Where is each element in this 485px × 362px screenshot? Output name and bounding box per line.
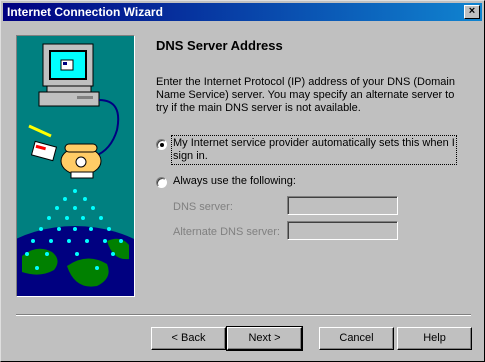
help-button[interactable]: Help xyxy=(397,327,472,350)
button-separator xyxy=(16,314,471,316)
cancel-button[interactable]: Cancel xyxy=(319,327,394,350)
page-title: DNS Server Address xyxy=(156,38,283,53)
wizard-window: Internet Connection Wizard × DNS Server … xyxy=(0,0,485,362)
next-button[interactable]: Next > xyxy=(226,326,303,351)
dns-server-field[interactable] xyxy=(287,196,398,215)
alt-dns-server-label: Alternate DNS server: xyxy=(173,226,280,238)
close-button[interactable]: × xyxy=(464,5,480,19)
manual-dns-label[interactable]: Always use the following: xyxy=(173,175,296,188)
dns-server-label: DNS server: xyxy=(173,201,233,213)
manual-dns-radio[interactable] xyxy=(156,177,167,188)
alt-dns-server-field[interactable] xyxy=(287,221,398,240)
auto-dns-label[interactable]: My Internet service provider automatical… xyxy=(171,135,457,165)
computer-phone-globe-icon xyxy=(17,36,134,296)
auto-dns-radio[interactable] xyxy=(156,139,167,150)
close-icon: × xyxy=(468,5,476,17)
manual-dns-option[interactable]: Always use the following: xyxy=(156,175,296,188)
auto-dns-option[interactable]: My Internet service provider automatical… xyxy=(156,135,457,165)
title-bar: Internet Connection Wizard × xyxy=(3,3,482,21)
wizard-illustration xyxy=(16,35,135,297)
window-title: Internet Connection Wizard xyxy=(7,5,163,19)
page-description: Enter the Internet Protocol (IP) address… xyxy=(156,76,455,114)
back-button[interactable]: < Back xyxy=(151,327,226,350)
